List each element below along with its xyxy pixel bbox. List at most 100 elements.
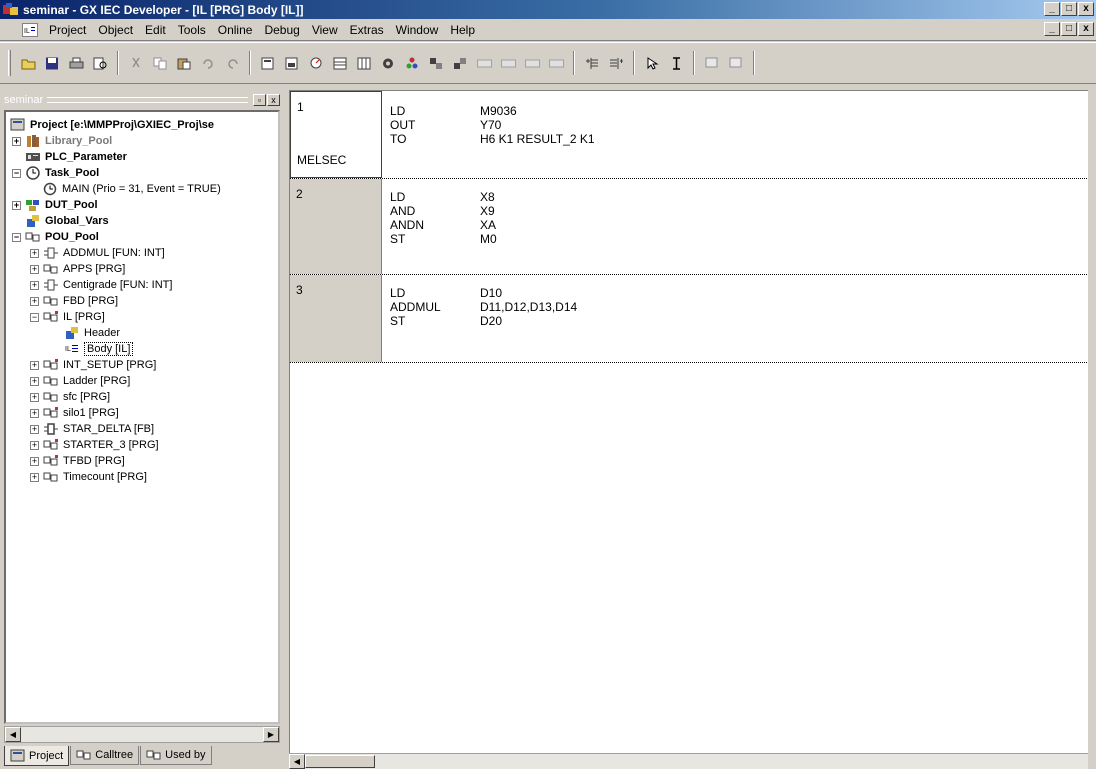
- editor-horizontal-scrollbar[interactable]: ◀: [289, 753, 1088, 769]
- online-icon[interactable]: [702, 53, 722, 73]
- tab-calltree[interactable]: Calltree: [70, 746, 140, 765]
- menu-extras[interactable]: Extras: [344, 21, 390, 39]
- il-operator[interactable]: ST: [390, 232, 405, 247]
- tree-item-header[interactable]: Header: [64, 325, 120, 341]
- compile-icon[interactable]: [378, 53, 398, 73]
- save-icon[interactable]: [42, 53, 62, 73]
- tree-item-plc-parameter[interactable]: PLC_Parameter: [25, 149, 127, 165]
- expand-icon[interactable]: +: [30, 360, 39, 370]
- tree-item-main-task[interactable]: MAIN (Prio = 31, Event = TRUE): [42, 181, 221, 197]
- maximize-button[interactable]: □: [1061, 2, 1077, 16]
- tree-item-apps[interactable]: + APPS [PRG]: [30, 261, 125, 277]
- tree-horizontal-scrollbar[interactable]: ◀ ▶: [4, 726, 280, 743]
- text-cursor-icon[interactable]: [666, 53, 686, 73]
- expand-icon[interactable]: +: [30, 440, 39, 450]
- tree-item-task-pool[interactable]: − Task_Pool: [12, 165, 99, 181]
- select-icon[interactable]: [642, 53, 662, 73]
- tree-item-body-il[interactable]: IL Body [IL]: [64, 341, 134, 357]
- network-3[interactable]: 3 LD D10 ADDMUL D11,D12,D13,D14 ST D20: [290, 275, 1088, 363]
- tree-item-pou-pool[interactable]: − POU_Pool: [12, 229, 99, 245]
- tree-item-tfbd[interactable]: + TFBD [PRG]: [30, 453, 125, 469]
- f4-icon[interactable]: [546, 53, 566, 73]
- var-list-icon[interactable]: [330, 53, 350, 73]
- expand-icon[interactable]: +: [30, 456, 39, 466]
- network-number-cell[interactable]: 1 MELSEC: [290, 91, 382, 178]
- menu-help[interactable]: Help: [444, 21, 481, 39]
- minimize-button[interactable]: _: [1044, 2, 1060, 16]
- print-icon[interactable]: [66, 53, 86, 73]
- close-button[interactable]: x: [1078, 2, 1094, 16]
- tree-item-starter-3[interactable]: + STARTER_3 [PRG]: [30, 437, 159, 453]
- menu-project[interactable]: Project: [43, 21, 92, 39]
- menu-online[interactable]: Online: [212, 21, 259, 39]
- tree-item-ladder[interactable]: + Ladder [PRG]: [30, 373, 130, 389]
- expand-icon[interactable]: +: [30, 248, 39, 258]
- scroll-left-icon[interactable]: ◀: [5, 727, 21, 742]
- navigator-close-button[interactable]: x: [267, 94, 280, 106]
- insert-line-icon[interactable]: [582, 53, 602, 73]
- print-preview-icon[interactable]: [90, 53, 110, 73]
- caption-grip[interactable]: [47, 97, 248, 103]
- tree-item-centigrade[interactable]: + Centigrade [FUN: INT]: [30, 277, 172, 293]
- il-operator[interactable]: LD: [390, 104, 405, 119]
- doc-close-button[interactable]: x: [1078, 22, 1094, 36]
- cut-icon[interactable]: [126, 53, 146, 73]
- doc-maximize-button[interactable]: □: [1061, 22, 1077, 36]
- expand-icon[interactable]: +: [30, 296, 39, 306]
- expand-icon[interactable]: +: [30, 392, 39, 402]
- il-operator[interactable]: OUT: [390, 118, 415, 133]
- monitor-icon[interactable]: [306, 53, 326, 73]
- table-icon[interactable]: [354, 53, 374, 73]
- il-operand[interactable]: M9036: [480, 104, 517, 119]
- il-operand[interactable]: M0: [480, 232, 497, 247]
- expand-icon[interactable]: +: [30, 280, 39, 290]
- build-icon[interactable]: [402, 53, 422, 73]
- il-operand[interactable]: X9: [480, 204, 495, 219]
- expand-icon[interactable]: +: [12, 136, 21, 146]
- navigator-minimize-button[interactable]: ▫: [253, 94, 266, 106]
- il-operand[interactable]: D10: [480, 286, 502, 301]
- il-editor[interactable]: 1 MELSEC LD M9036 OUT Y70 TO H6 K1 RESUL…: [289, 90, 1088, 769]
- tree-item-timecount[interactable]: + Timecount [PRG]: [30, 469, 147, 485]
- editor-vertical-scrollbar[interactable]: [1088, 90, 1096, 769]
- il-operator[interactable]: TO: [390, 132, 406, 147]
- network-number-cell[interactable]: 3: [290, 275, 382, 362]
- f3-icon[interactable]: [522, 53, 542, 73]
- doc-minimize-button[interactable]: _: [1044, 22, 1060, 36]
- il-operator[interactable]: LD: [390, 286, 405, 301]
- il-operand[interactable]: H6 K1 RESULT_2 K1: [480, 132, 595, 147]
- expand-icon[interactable]: +: [30, 424, 39, 434]
- app-icon[interactable]: [3, 2, 19, 17]
- network-1[interactable]: 1 MELSEC LD M9036 OUT Y70 TO H6 K1 RESUL…: [290, 91, 1088, 179]
- il-operator[interactable]: AND: [390, 204, 415, 219]
- tree-item-fbd[interactable]: + FBD [PRG]: [30, 293, 118, 309]
- document-icon[interactable]: IL: [22, 22, 38, 37]
- collapse-icon[interactable]: −: [30, 312, 39, 322]
- paste-icon[interactable]: [174, 53, 194, 73]
- il-operator[interactable]: ANDN: [390, 218, 424, 233]
- expand-icon[interactable]: +: [30, 408, 39, 418]
- f2-icon[interactable]: [498, 53, 518, 73]
- menu-tools[interactable]: Tools: [172, 21, 212, 39]
- tab-project[interactable]: Project: [4, 746, 70, 766]
- expand-icon[interactable]: +: [12, 200, 21, 210]
- il-operator[interactable]: ADDMUL: [390, 300, 441, 315]
- tree-item-addmul[interactable]: + ADDMUL [FUN: INT]: [30, 245, 165, 261]
- tree-item-silo1[interactable]: + silo1 [PRG]: [30, 405, 119, 421]
- il-operator[interactable]: LD: [390, 190, 405, 205]
- il-operand[interactable]: X8: [480, 190, 495, 205]
- il-operator[interactable]: ST: [390, 314, 405, 329]
- undo-icon[interactable]: [198, 53, 218, 73]
- il-operand[interactable]: D20: [480, 314, 502, 329]
- tree-item-il[interactable]: − IL [PRG]: [30, 309, 105, 325]
- f1-icon[interactable]: [474, 53, 494, 73]
- toolbar-grip[interactable]: [8, 50, 11, 76]
- collapse-icon[interactable]: −: [12, 168, 21, 178]
- menu-window[interactable]: Window: [390, 21, 445, 39]
- tree-item-global-vars[interactable]: Global_Vars: [25, 213, 109, 229]
- menu-debug[interactable]: Debug: [258, 21, 305, 39]
- menu-object[interactable]: Object: [92, 21, 139, 39]
- new-icon[interactable]: [18, 53, 38, 73]
- tab-used-by[interactable]: Used by: [140, 746, 212, 765]
- tree-item-sfc[interactable]: + sfc [PRG]: [30, 389, 110, 405]
